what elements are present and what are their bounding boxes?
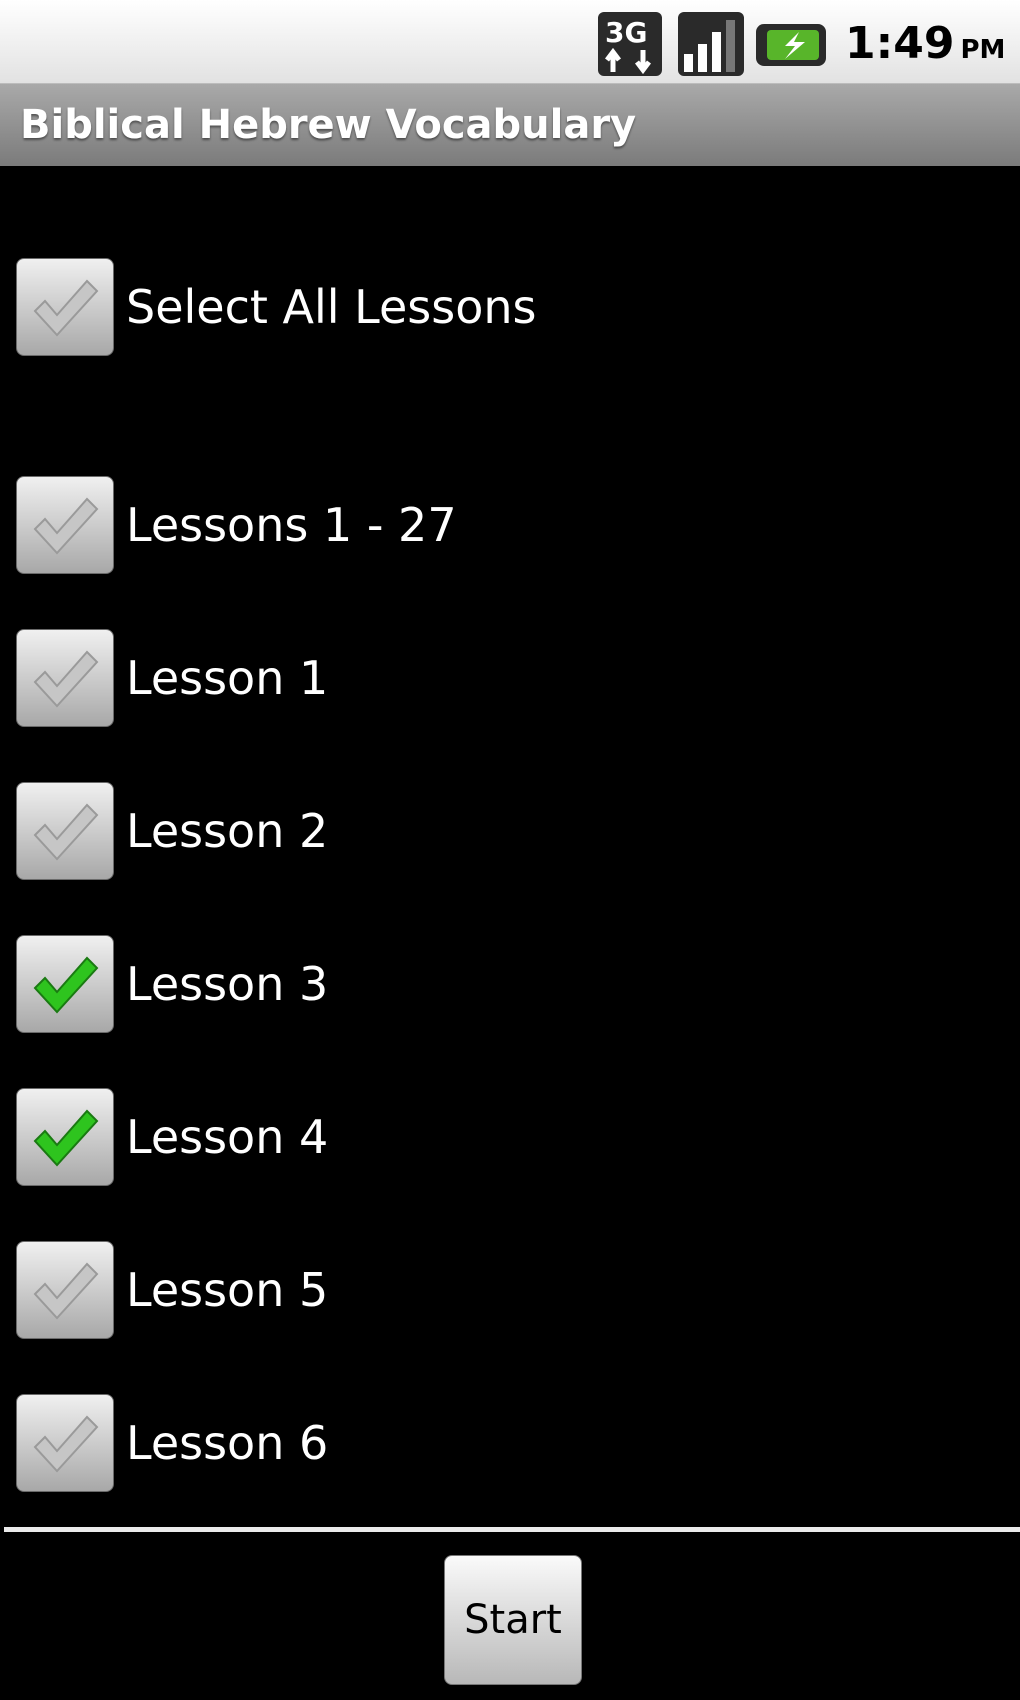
lesson-checkbox[interactable] <box>16 1394 114 1492</box>
checkmark-icon <box>33 650 99 708</box>
lesson-label: Lessons 1 - 27 <box>126 498 457 552</box>
lesson-label: Lesson 4 <box>126 1110 329 1164</box>
lesson-label: Lesson 6 <box>126 1416 329 1470</box>
checkmark-icon <box>33 279 99 337</box>
lesson-row-1[interactable]: Lesson 1 <box>16 629 1016 729</box>
lesson-row-2[interactable]: Lesson 2 <box>16 782 1016 882</box>
checkmark-icon <box>33 956 99 1014</box>
footer-divider <box>4 1527 1020 1532</box>
svg-text:3G: 3G <box>605 16 647 49</box>
lesson-label: Lesson 5 <box>126 1263 329 1317</box>
status-bar: 3G 1:49 PM <box>0 0 1020 84</box>
start-button[interactable]: Start <box>444 1555 582 1685</box>
lesson-row-5[interactable]: Lesson 5 <box>16 1241 1016 1341</box>
signal-strength-icon <box>678 12 744 76</box>
checkmark-icon <box>33 497 99 555</box>
checkmark-icon <box>33 1109 99 1167</box>
app-title-bar: Biblical Hebrew Vocabulary <box>0 84 1020 166</box>
checkmark-icon <box>33 1415 99 1473</box>
select-all-checkbox[interactable] <box>16 258 114 356</box>
battery-charging-icon <box>756 24 826 66</box>
lesson-row-4[interactable]: Lesson 4 <box>16 1088 1016 1188</box>
network-3g-icon: 3G <box>598 12 662 76</box>
clock-ampm: PM <box>960 35 1006 65</box>
clock-time: 1:49 <box>845 18 955 69</box>
lesson-row-6[interactable]: Lesson 6 <box>16 1394 1016 1494</box>
lesson-label: Lesson 1 <box>126 651 329 705</box>
app-title: Biblical Hebrew Vocabulary <box>20 102 637 148</box>
lesson-checkbox[interactable] <box>16 782 114 880</box>
lesson-checkbox[interactable] <box>16 935 114 1033</box>
lesson-row-1-27[interactable]: Lessons 1 - 27 <box>16 476 1016 576</box>
select-all-row[interactable]: Select All Lessons <box>16 258 1016 358</box>
lesson-checkbox[interactable] <box>16 476 114 574</box>
lesson-checkbox[interactable] <box>16 629 114 727</box>
checkmark-icon <box>33 1262 99 1320</box>
clock: 1:49 PM <box>845 14 1005 74</box>
lesson-checkbox[interactable] <box>16 1241 114 1339</box>
lesson-row-3[interactable]: Lesson 3 <box>16 935 1016 1035</box>
checkmark-icon <box>33 803 99 861</box>
lesson-label: Lesson 2 <box>126 804 329 858</box>
lesson-checkbox[interactable] <box>16 1088 114 1186</box>
lesson-label: Lesson 3 <box>126 957 329 1011</box>
select-all-label: Select All Lessons <box>126 280 537 334</box>
